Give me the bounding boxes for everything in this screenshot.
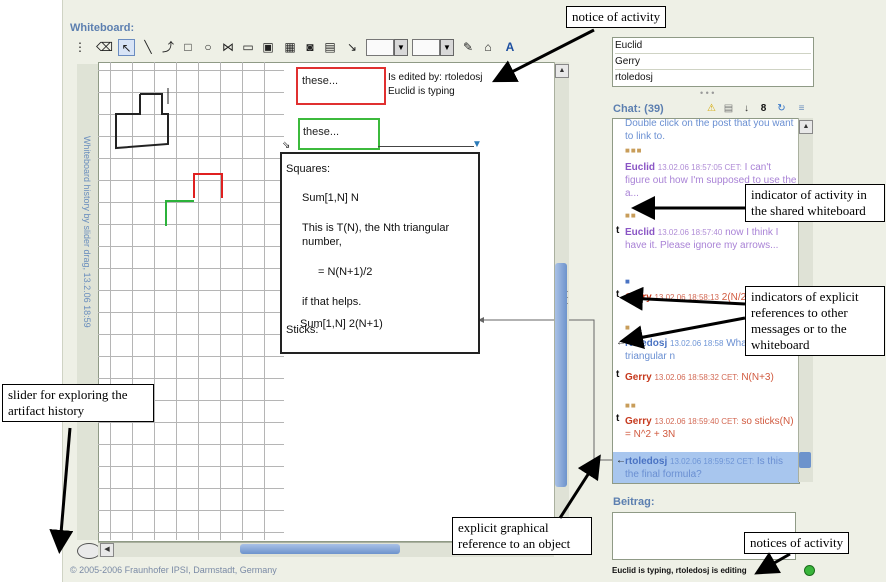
message-time: 13.02.06 18:58:13: [654, 293, 719, 302]
note-line: Squares:: [286, 163, 331, 175]
message-time: 13.02.06 18:59:52 CET:: [670, 457, 755, 466]
reference-marker-icon: t: [616, 369, 620, 380]
separator: ■■: [625, 211, 637, 220]
scroll-down-icon[interactable]: ↓: [740, 102, 753, 115]
user-item: Euclid: [615, 38, 811, 54]
message-user: Euclid: [625, 162, 656, 173]
chat-title: Chat: (39): [613, 103, 664, 115]
separator: ■: [625, 277, 631, 286]
callout-notices-activity: notices of activity: [744, 532, 850, 554]
typing-notice: Euclid is typing: [388, 86, 455, 97]
chat-message[interactable]: Double click on the post that you want t…: [625, 118, 797, 143]
note-line: = N(N+1)/2: [318, 266, 373, 278]
note-line: Sum[1,N] 2(N+1): [300, 318, 383, 330]
activity-status: Euclid is typing, rtoledosj is editing: [612, 566, 747, 575]
separator: ■■: [625, 401, 637, 410]
message-time: 13.02.06 18:57:40: [657, 228, 723, 237]
history-icon[interactable]: 8: [757, 102, 770, 115]
note-line: This is T(N), the Nth triangular: [302, 222, 450, 234]
chat-message[interactable]: Euclid 13.02.06 18:57:40 now I think I h…: [625, 226, 797, 252]
message-user: rtoledosj: [625, 456, 668, 467]
edited-by-notice: Is edited by: rtoledosj: [388, 72, 483, 83]
copyright-footer: © 2005-2006 Fraunhofer IPSI, Darmstadt, …: [70, 565, 277, 575]
refresh-icon[interactable]: ↻: [775, 102, 788, 115]
message-user: Gerry: [625, 416, 652, 427]
postit-red[interactable]: these...: [296, 67, 386, 105]
message-time: 13.02.06 18:58: [670, 339, 724, 348]
online-status-icon: [804, 565, 815, 576]
note-line: Sum[1,N] N: [302, 192, 359, 204]
canvas-horizontal-thumb[interactable]: [240, 544, 400, 554]
chat-scroll-up-icon[interactable]: ▲: [799, 120, 813, 134]
message-text: N(N+3): [741, 372, 774, 383]
reference-marker-icon: t: [616, 225, 620, 236]
chat-message[interactable]: Gerry 13.02.06 18:59:40 CET: so sticks(N…: [625, 415, 797, 441]
list-icon[interactable]: ≡: [795, 102, 808, 115]
chat-message[interactable]: Gerry 13.02.06 18:58:32 CET: N(N+3): [625, 371, 797, 384]
black-shape: [115, 93, 169, 150]
message-text: Double click on the post that you want t…: [625, 118, 794, 142]
scroll-left-icon[interactable]: ◀: [100, 543, 114, 557]
callout-graphical-reference: explicit graphical reference to an objec…: [452, 517, 592, 555]
chat-message[interactable]: rtoledosj 13.02.06 18:59:52 CET: Is this…: [625, 455, 797, 481]
message-user: Gerry: [625, 292, 652, 303]
postit-red-label: these...: [302, 75, 339, 87]
callout-slider-history: slider for exploring the artifact histor…: [2, 384, 154, 422]
postit-green-label: these...: [303, 126, 340, 138]
message-user: rtoledosj: [625, 338, 668, 349]
user-item: Gerry: [615, 54, 811, 70]
scroll-up-icon[interactable]: ▲: [555, 64, 569, 78]
separator: ■: [625, 323, 631, 332]
cursor-icon: ⇘: [282, 140, 291, 151]
message-time: 13.02.06 18:59:40 CET:: [654, 417, 739, 426]
green-shape: [165, 200, 194, 226]
separator: ■■■: [625, 146, 643, 155]
splitter-grip-icon[interactable]: · · ·: [566, 287, 569, 308]
message-time: 13.02.06 18:57:05 CET:: [657, 163, 742, 172]
input-label: Beitrag:: [613, 496, 655, 508]
message-user: Euclid: [625, 227, 656, 238]
message-time: 13.02.06 18:58:32 CET:: [654, 373, 739, 382]
marker-icon: ▼: [472, 139, 482, 150]
red-shape: [193, 173, 223, 198]
callout-notice-activity: notice of activity: [566, 6, 667, 28]
user-list: Euclid Gerry rtoledosj: [612, 37, 814, 87]
clear-icon[interactable]: ▤: [722, 102, 735, 115]
callout-indicator-activity: indicator of activity in the shared whit…: [745, 184, 885, 222]
user-item: rtoledosj: [615, 72, 653, 83]
postit-green[interactable]: these...: [298, 118, 380, 150]
message-user: Gerry: [625, 372, 652, 383]
splitter-grip-icon[interactable]: • • •: [700, 88, 714, 98]
note-line: if that helps.: [302, 296, 362, 308]
chat-scroll-thumb[interactable]: [799, 452, 811, 468]
note-line: number,: [302, 236, 342, 248]
reference-marker-icon: t: [616, 413, 620, 424]
warning-icon[interactable]: ⚠: [705, 102, 718, 115]
reference-marker-icon: t: [616, 289, 620, 300]
callout-indicators-references: indicators of explicit references to oth…: [745, 286, 885, 356]
reference-line: [480, 319, 612, 461]
postit-underline: [378, 146, 474, 147]
